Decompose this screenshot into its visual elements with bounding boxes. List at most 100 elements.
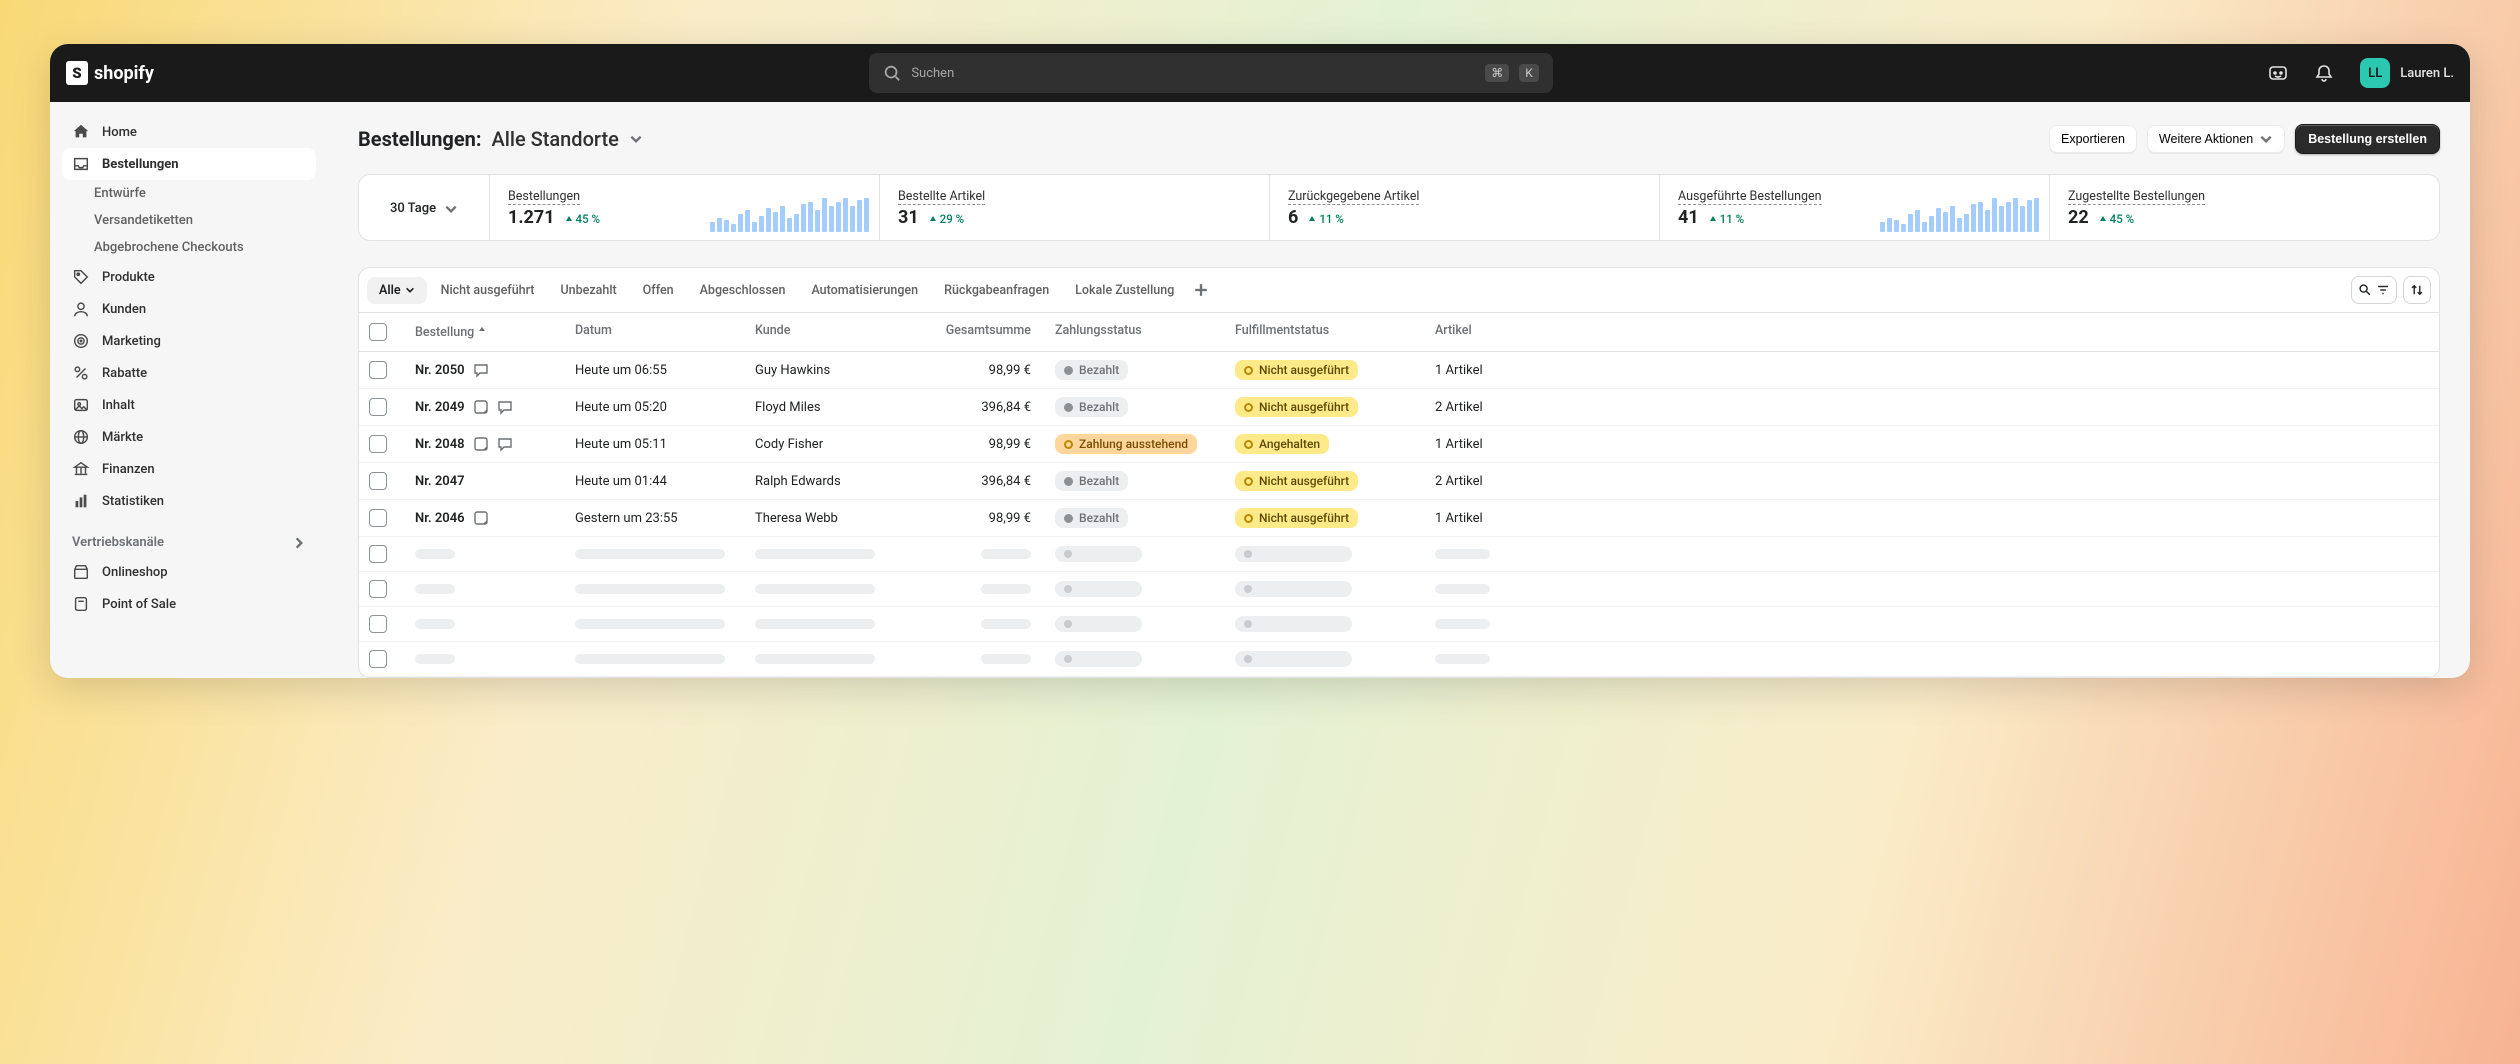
chat-icon [497,436,513,452]
tab-automatisierungen[interactable]: Automatisierungen [799,277,930,304]
sidebar-section-channels: Vertriebskanäle [62,517,316,556]
tab-nicht-ausgeführt[interactable]: Nicht ausgeführt [429,277,547,304]
sidebar-item-customers[interactable]: Kunden [62,293,316,325]
row-checkbox[interactable] [369,650,387,668]
row-checkbox[interactable] [369,361,387,379]
status-badge-unfulfilled: Nicht ausgeführt [1235,471,1358,491]
table-header: Bestellung Datum Kunde Gesamtsumme Zahlu… [359,313,2439,352]
sidebar-item-finances[interactable]: Finanzen [62,453,316,485]
cell-items: 2 Artikel [1435,474,1555,489]
sidebar-item-products[interactable]: Produkte [62,261,316,293]
sidebar-item-orders[interactable]: Bestellungen [62,148,316,180]
face-icon[interactable] [2268,63,2288,83]
table-row[interactable]: Nr. 2049Heute um 05:20Floyd Miles396,84 … [359,389,2439,426]
row-checkbox[interactable] [369,398,387,416]
th-customer[interactable]: Kunde [755,323,925,341]
search-icon [883,64,901,82]
metric-0[interactable]: Bestellungen1.27145 % [489,175,879,240]
chevron-down-icon[interactable] [629,132,643,146]
sidebar-label: Versandetiketten [94,213,193,228]
th-items[interactable]: Artikel [1435,323,1555,341]
metric-value: 22 [2068,207,2089,228]
page-subtitle[interactable]: Alle Standorte [491,127,618,151]
th-date[interactable]: Datum [575,323,755,341]
row-checkbox[interactable] [369,545,387,563]
sidebar-sub-shipping-labels[interactable]: Versandetiketten [62,207,316,234]
tab-alle[interactable]: Alle [367,277,427,304]
metric-delta: 29 % [929,212,964,226]
user-name: Lauren L. [2400,66,2454,81]
cell-payment: Zahlung ausstehend [1055,434,1235,454]
status-badge-paid: Bezahlt [1055,471,1128,491]
order-number: Nr. 2050 [415,363,465,378]
cell-fulfillment: Nicht ausgeführt [1235,397,1435,417]
row-checkbox[interactable] [369,435,387,453]
sidebar-item-markets[interactable]: Märkte [62,421,316,453]
sidebar-channel-pos[interactable]: Point of Sale [62,588,316,620]
sidebar-sub-drafts[interactable]: Entwürfe [62,180,316,207]
cell-fulfillment: Nicht ausgeführt [1235,360,1435,380]
sidebar-label: Marketing [102,334,161,349]
sidebar-label: Kunden [102,302,146,317]
export-button[interactable]: Exportieren [2049,125,2137,153]
sidebar-label: Onlineshop [102,565,168,580]
tab-abgeschlossen[interactable]: Abgeschlossen [688,277,798,304]
th-total[interactable]: Gesamtsumme [925,323,1055,341]
chevron-right-icon[interactable] [292,536,306,550]
create-order-button[interactable]: Bestellung erstellen [2295,124,2440,154]
select-all-checkbox[interactable] [369,323,387,341]
user-menu[interactable]: LL Lauren L. [2360,58,2454,88]
metric-value: 6 [1288,207,1298,228]
status-badge-pending: Zahlung ausstehend [1055,434,1197,454]
sidebar-channel-onlineshop[interactable]: Onlineshop [62,556,316,588]
sidebar-item-analytics[interactable]: Statistiken [62,485,316,517]
table-row[interactable]: Nr. 2046Gestern um 23:55Theresa Webb98,9… [359,500,2439,537]
cell-payment: Bezahlt [1055,397,1235,417]
row-checkbox[interactable] [369,509,387,527]
tab-rückgabeanfragen[interactable]: Rückgabeanfragen [932,277,1061,304]
table-row[interactable]: Nr. 2050Heute um 06:55Guy Hawkins98,99 €… [359,352,2439,389]
status-badge-onhold: Angehalten [1235,434,1329,454]
table-row[interactable]: Nr. 2048Heute um 05:11Cody Fisher98,99 €… [359,426,2439,463]
cell-date: Heute um 05:20 [575,400,755,415]
status-badge-unfulfilled: Nicht ausgeführt [1235,397,1358,417]
search-input[interactable]: Suchen ⌘ K [869,53,1552,93]
more-actions-button[interactable]: Weitere Aktionen [2147,125,2285,153]
date-range-picker[interactable]: 30 Tage [359,175,489,240]
th-payment[interactable]: Zahlungsstatus [1055,323,1235,341]
row-checkbox[interactable] [369,580,387,598]
sidebar-sub-abandoned[interactable]: Abgebrochene Checkouts [62,234,316,261]
row-checkbox[interactable] [369,472,387,490]
sidebar-item-discounts[interactable]: Rabatte [62,357,316,389]
sidebar-label: Abgebrochene Checkouts [94,240,244,255]
cell-total: 396,84 € [925,400,1055,415]
logo-mark-icon: S [66,61,88,85]
chat-icon [473,362,489,378]
tag-icon [72,268,90,286]
tab-lokale-zustellung[interactable]: Lokale Zustellung [1063,277,1186,304]
sort-button[interactable] [2403,276,2431,304]
sidebar-item-content[interactable]: Inhalt [62,389,316,421]
sidebar-item-marketing[interactable]: Marketing [62,325,316,357]
status-badge-unfulfilled: Nicht ausgeführt [1235,508,1358,528]
sidebar-item-home[interactable]: Home [62,116,316,148]
metric-3[interactable]: Ausgeführte Bestellungen4111 % [1659,175,2049,240]
search-filter-button[interactable] [2351,276,2397,304]
th-order[interactable]: Bestellung [415,323,575,341]
metric-4[interactable]: Zugestellte Bestellungen2245 % [2049,175,2439,240]
metric-1[interactable]: Bestellte Artikel3129 % [879,175,1269,240]
bell-icon[interactable] [2314,63,2334,83]
metric-2[interactable]: Zurückgegebene Artikel611 % [1269,175,1659,240]
add-view-button[interactable] [1188,277,1214,303]
cell-customer: Guy Hawkins [755,363,925,378]
tab-offen[interactable]: Offen [631,277,686,304]
row-checkbox[interactable] [369,615,387,633]
table-row[interactable]: Nr. 2047Heute um 01:44Ralph Edwards396,8… [359,463,2439,500]
caret-up-icon [929,215,937,223]
logo[interactable]: S shopify [66,61,154,85]
tab-unbezahlt[interactable]: Unbezahlt [548,277,628,304]
metric-label: Bestellungen [508,189,580,205]
cell-fulfillment: Angehalten [1235,434,1435,454]
sparkline [710,198,869,232]
th-fulfillment[interactable]: Fulfillmentstatus [1235,323,1435,341]
